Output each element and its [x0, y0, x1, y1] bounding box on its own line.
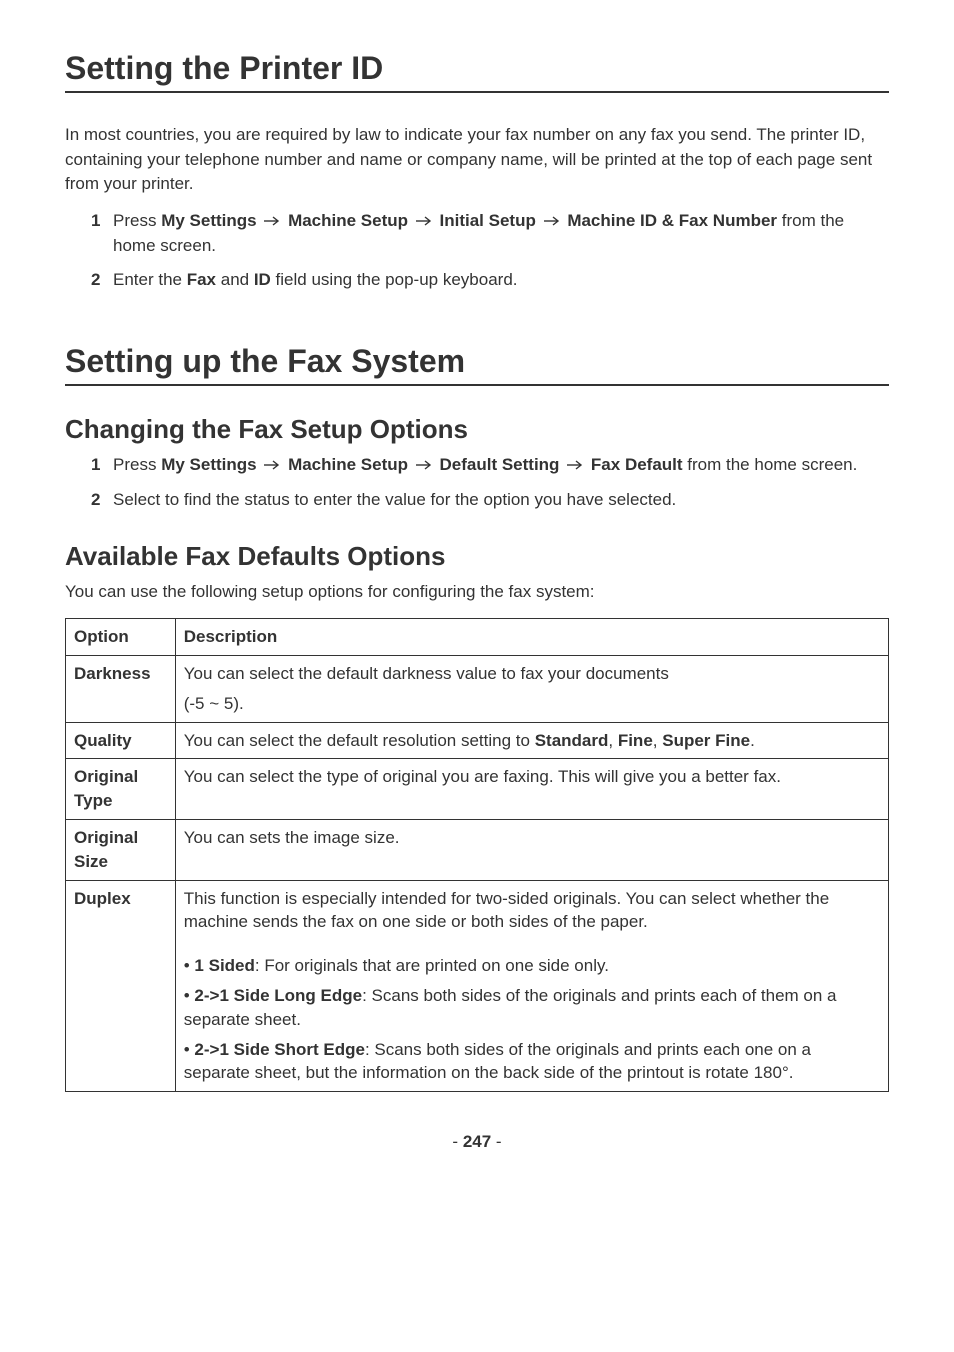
- step-2: Select to find the status to enter the v…: [91, 488, 889, 513]
- val-1-sided: 1 Sided: [194, 956, 254, 975]
- desc-darkness: You can select the default darkness valu…: [175, 655, 888, 722]
- val-2-1-long-edge: 2->1 Side Long Edge: [194, 986, 362, 1005]
- fax-defaults-table: Option Description Darkness You can sele…: [65, 618, 889, 1092]
- desc-duplex: This function is especially intended for…: [175, 880, 888, 1092]
- sub2-intro: You can use the following setup options …: [65, 580, 889, 605]
- section1-steps: Press My Settings Machine Setup Initial …: [65, 209, 889, 293]
- field-id: ID: [254, 270, 271, 289]
- subheading-changing-fax-setup: Changing the Fax Setup Options: [65, 414, 889, 445]
- bullet-icon: •: [184, 956, 195, 975]
- col-description: Description: [175, 619, 888, 656]
- table-row: Duplex This function is especially inten…: [66, 880, 889, 1092]
- arrow-icon: [263, 453, 281, 478]
- text: Press: [113, 455, 161, 474]
- step-1: Press My Settings Machine Setup Initial …: [91, 209, 889, 258]
- table-row: Original Type You can select the type of…: [66, 759, 889, 820]
- text: You can select the default resolution se…: [184, 731, 535, 750]
- val-fine: Fine: [618, 731, 653, 750]
- opt-quality: Quality: [74, 731, 132, 750]
- menu-default-setting: Default Setting: [440, 455, 560, 474]
- opt-original-size: Original Size: [74, 828, 138, 871]
- menu-my-settings: My Settings: [161, 455, 256, 474]
- text: and: [216, 270, 254, 289]
- menu-fax-default: Fax Default: [591, 455, 683, 474]
- col-option: Option: [66, 619, 176, 656]
- page-number: 247: [463, 1132, 491, 1151]
- bullet-icon: •: [184, 1040, 195, 1059]
- table-row: Darkness You can select the default dark…: [66, 655, 889, 722]
- step-1: Press My Settings Machine Setup Default …: [91, 453, 889, 478]
- section2-sub1-steps: Press My Settings Machine Setup Default …: [65, 453, 889, 512]
- heading-setting-printer-id: Setting the Printer ID: [65, 50, 889, 93]
- text: ,: [653, 731, 662, 750]
- text: Enter the: [113, 270, 187, 289]
- text: Press: [113, 211, 161, 230]
- text: ,: [608, 731, 617, 750]
- val-super-fine: Super Fine: [662, 731, 750, 750]
- bullet-icon: •: [184, 986, 195, 1005]
- val-standard: Standard: [535, 731, 609, 750]
- text: You can select the default darkness valu…: [184, 662, 880, 686]
- menu-machine-id-fax: Machine ID & Fax Number: [567, 211, 777, 230]
- val-2-1-short-edge: 2->1 Side Short Edge: [194, 1040, 365, 1059]
- bullet-item: • 1 Sided: For originals that are printe…: [184, 954, 880, 978]
- text: This function is especially intended for…: [184, 887, 880, 935]
- text: .: [750, 731, 755, 750]
- menu-my-settings: My Settings: [161, 211, 256, 230]
- subheading-available-fax-defaults: Available Fax Defaults Options: [65, 541, 889, 572]
- intro-paragraph: In most countries, you are required by l…: [65, 123, 889, 197]
- arrow-icon: [415, 209, 433, 234]
- heading-setting-fax-system: Setting up the Fax System: [65, 343, 889, 386]
- opt-duplex: Duplex: [74, 889, 131, 908]
- text: field using the pop-up keyboard.: [271, 270, 518, 289]
- table-row: Quality You can select the default resol…: [66, 722, 889, 759]
- text: : For originals that are printed on one …: [255, 956, 609, 975]
- page-footer: - 247 -: [65, 1132, 889, 1152]
- arrow-icon: [543, 209, 561, 234]
- menu-initial-setup: Initial Setup: [440, 211, 536, 230]
- arrow-icon: [566, 453, 584, 478]
- desc-quality: You can select the default resolution se…: [175, 722, 888, 759]
- bullet-item: • 2->1 Side Short Edge: Scans both sides…: [184, 1038, 880, 1086]
- table-row: Original Size You can sets the image siz…: [66, 819, 889, 880]
- text: from the home screen.: [683, 455, 858, 474]
- menu-machine-setup: Machine Setup: [288, 211, 408, 230]
- bullet-item: • 2->1 Side Long Edge: Scans both sides …: [184, 984, 880, 1032]
- desc-original-type: You can select the type of original you …: [175, 759, 888, 820]
- arrow-icon: [415, 453, 433, 478]
- opt-original-type: Original Type: [74, 767, 138, 810]
- field-fax: Fax: [187, 270, 216, 289]
- text: (-5 ~ 5).: [184, 692, 880, 716]
- text: -: [452, 1132, 462, 1151]
- desc-original-size: You can sets the image size.: [175, 819, 888, 880]
- opt-darkness: Darkness: [74, 664, 151, 683]
- arrow-icon: [263, 209, 281, 234]
- step-2: Enter the Fax and ID field using the pop…: [91, 268, 889, 293]
- text: -: [491, 1132, 501, 1151]
- menu-machine-setup: Machine Setup: [288, 455, 408, 474]
- table-header-row: Option Description: [66, 619, 889, 656]
